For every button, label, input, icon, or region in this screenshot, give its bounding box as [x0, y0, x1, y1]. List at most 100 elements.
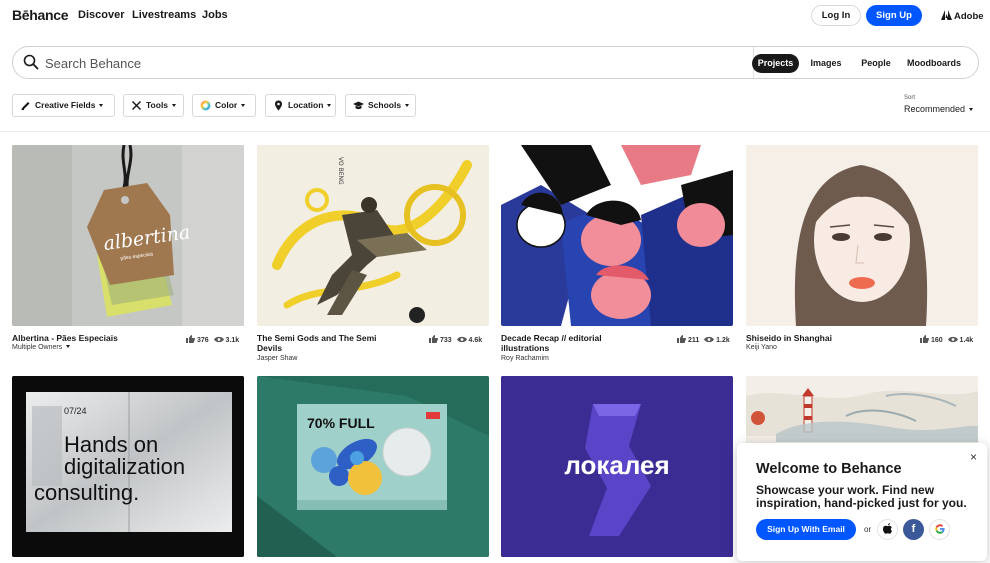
login-button[interactable]: Log In [811, 5, 861, 26]
project-stats: 376 3.1k [186, 334, 239, 344]
or-label: or [864, 525, 872, 534]
facebook-icon: f [911, 523, 916, 535]
project-owner[interactable]: Roy Rachamim [501, 355, 549, 362]
filter-label: Tools [146, 100, 169, 110]
project-thumbnail-decade-recap[interactable] [501, 145, 733, 326]
project-thumbnail-shiseido[interactable] [746, 145, 978, 326]
close-icon[interactable]: × [970, 450, 977, 464]
project-thumbnail-hands-on[interactable]: 07/24 Hands on digitalization consulting… [12, 376, 244, 557]
project-owner[interactable]: Jasper Shaw [257, 355, 297, 362]
tab-people[interactable]: People [858, 54, 894, 73]
hands-on-artwork: 07/24 Hands on digitalization consulting… [12, 376, 244, 557]
poster-line-3: consulting. [34, 480, 139, 505]
facebook-signin-button[interactable]: f [903, 519, 924, 540]
filter-label: Location [288, 100, 324, 110]
semi-gods-artwork: VO BENG [257, 145, 489, 326]
eye-icon [213, 336, 224, 343]
filter-creative-fields[interactable]: Creative Fields [12, 94, 115, 117]
popup-title: Welcome to Behance [756, 461, 902, 477]
likes-count: 211 [687, 337, 700, 344]
project-title[interactable]: Albertina - Pães Especiais [12, 333, 172, 343]
likes-count: 160 [930, 337, 943, 344]
filter-label: Creative Fields [35, 100, 96, 110]
behance-logo[interactable]: Bēhance [12, 7, 69, 23]
views-count: 1.4k [959, 337, 974, 344]
sort-dropdown[interactable]: Recommended [904, 104, 974, 114]
creative-fields-icon [21, 102, 30, 111]
nav-livestreams[interactable]: Livestreams [132, 9, 196, 21]
nav-jobs[interactable]: Jobs [202, 9, 228, 21]
chevron-down-icon [405, 104, 410, 107]
thumbs-up-icon [186, 335, 195, 343]
decade-recap-artwork [501, 145, 733, 326]
views-count: 4.6k [468, 337, 483, 344]
shiseido-artwork [746, 145, 978, 326]
box-label: 70% FULL [307, 415, 375, 431]
signup-email-button[interactable]: Sign Up With Email [756, 519, 856, 540]
filter-schools[interactable]: Schools [345, 94, 416, 117]
project-owner[interactable]: Keiji Yano [746, 344, 777, 351]
project-stats: 160 1.4k [920, 334, 973, 344]
nav-discover[interactable]: Discover [78, 9, 124, 21]
tab-images[interactable]: Images [808, 54, 844, 73]
owner-name: Multiple Owners [12, 344, 63, 351]
adobe-icon [941, 10, 952, 20]
filter-location[interactable]: Location [265, 94, 336, 117]
search-input[interactable] [45, 53, 725, 73]
project-stats: 733 4.6k [429, 334, 482, 344]
welcome-popup: × Welcome to Behance Showcase your work.… [737, 443, 987, 561]
tab-moodboards[interactable]: Moodboards [905, 54, 963, 73]
chevron-down-icon [99, 104, 104, 107]
sort-label: Sort [904, 95, 916, 101]
signup-button[interactable]: Sign Up [866, 5, 922, 26]
project-title[interactable]: The Semi Gods and The Semi Devils [257, 333, 397, 353]
chevron-down-icon [327, 104, 332, 107]
poster-date: 07/24 [64, 406, 87, 416]
google-icon [934, 524, 945, 534]
top-nav: Bēhance Discover Livestreams Jobs Log In… [0, 0, 990, 32]
albertina-artwork: albertina pães especiais [12, 145, 244, 326]
lokaleya-artwork: локалея [501, 376, 733, 557]
filter-color[interactable]: Color [192, 94, 256, 117]
sort-value: Recommended [904, 104, 966, 114]
location-pin-icon [275, 100, 282, 111]
tools-icon [132, 101, 141, 110]
adobe-link[interactable]: Adobe [941, 9, 984, 22]
project-thumbnail-semi-gods[interactable]: VO BENG [257, 145, 489, 326]
apple-signin-button[interactable] [877, 519, 898, 540]
apple-icon [882, 523, 892, 534]
color-wheel-icon [200, 100, 211, 111]
popup-body: Showcase your work. Find new inspiration… [756, 483, 967, 510]
thumbs-up-icon [677, 335, 686, 343]
filter-tools[interactable]: Tools [123, 94, 184, 117]
project-thumbnail-70-full[interactable]: 70% FULL [257, 376, 489, 557]
google-signin-button[interactable] [929, 519, 950, 540]
poster-line-2: digitalization [64, 454, 185, 479]
header-divider [0, 131, 990, 132]
project-owner[interactable]: Multiple Owners [12, 344, 71, 351]
project-stats: 211 1.2k [677, 334, 730, 344]
box-artwork: 70% FULL [257, 376, 489, 557]
likes-count: 733 [439, 337, 452, 344]
project-title[interactable]: Shiseido in Shanghai [746, 333, 886, 343]
chevron-down-icon [241, 104, 246, 107]
eye-icon [947, 336, 958, 343]
search-bar: Projects Images People Moodboards [12, 46, 979, 79]
project-thumbnail-lokaleya[interactable]: локалея [501, 376, 733, 557]
thumbs-up-icon [920, 335, 929, 343]
svg-text:VO BENG: VO BENG [337, 157, 344, 185]
project-thumbnail-albertina[interactable]: albertina pães especiais [12, 145, 244, 326]
lokaleya-logo-text: локалея [564, 450, 669, 480]
chevron-down-icon [66, 345, 71, 348]
graduation-cap-icon [353, 101, 364, 110]
chevron-down-icon [172, 104, 177, 107]
views-count: 1.2k [716, 337, 730, 344]
adobe-label: Adobe [954, 11, 984, 22]
filter-label: Schools [368, 100, 402, 110]
chevron-down-icon [969, 108, 974, 111]
tab-projects[interactable]: Projects [752, 54, 799, 73]
filter-label: Color [215, 100, 238, 110]
thumbs-up-icon [429, 335, 438, 343]
project-title[interactable]: Decade Recap // editorial illustrations [501, 333, 641, 353]
search-icon [23, 54, 39, 70]
